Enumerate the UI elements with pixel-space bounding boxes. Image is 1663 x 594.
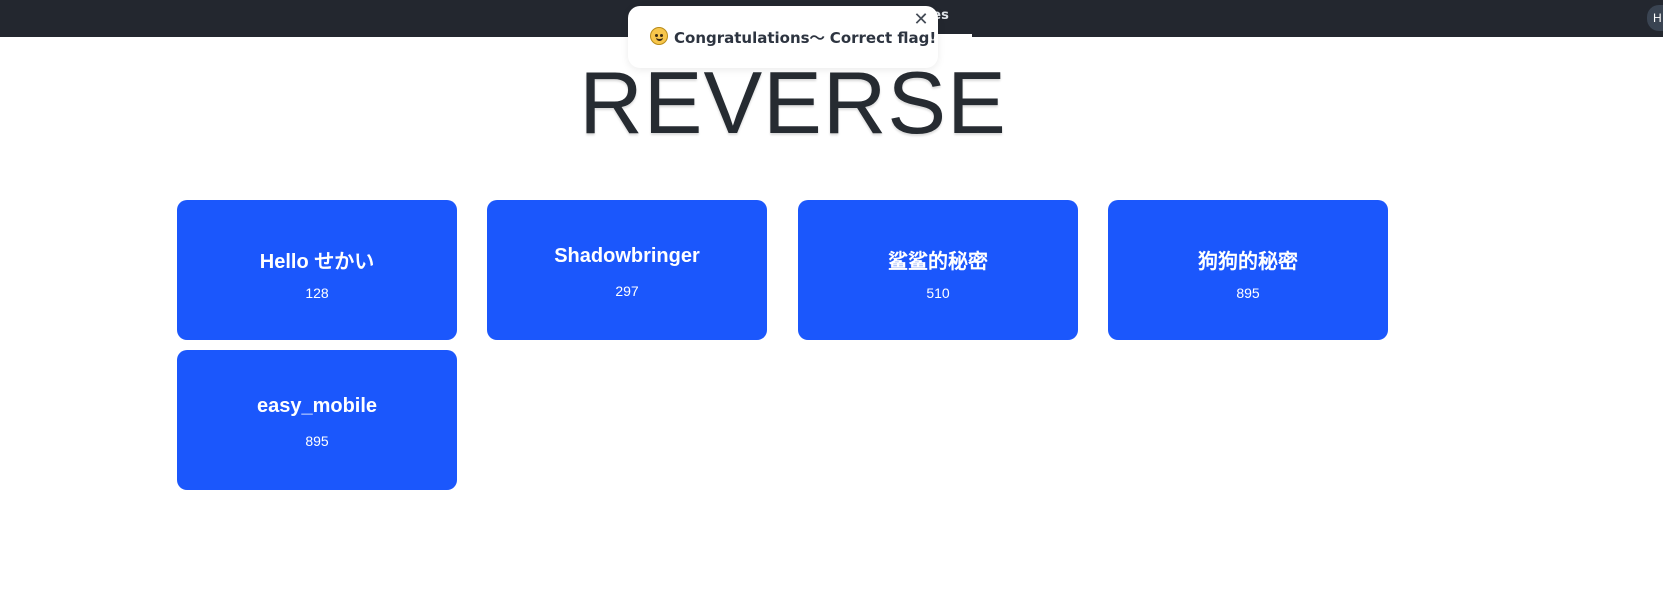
party-face-icon <box>650 27 668 45</box>
user-menu-pill[interactable]: H <box>1647 5 1663 31</box>
challenge-title: 狗狗的秘密 <box>1198 251 1298 273</box>
challenge-score: 895 <box>305 433 329 449</box>
challenge-score: 510 <box>926 285 950 301</box>
challenge-score: 128 <box>305 285 329 301</box>
challenge-card[interactable]: 鲨鲨的秘密 510 <box>798 200 1078 340</box>
page-title: REVERSE <box>579 53 1007 152</box>
challenge-card[interactable]: Shadowbringer 297 <box>487 200 767 340</box>
challenge-title: easy_mobile <box>256 395 378 417</box>
challenge-score: 297 <box>615 283 639 299</box>
challenge-card[interactable]: easy_mobile 895 <box>177 350 457 490</box>
challenge-score: 895 <box>1236 285 1260 301</box>
toast-message: Congratulations～ Correct flag! <box>674 29 937 47</box>
challenge-card[interactable]: 狗狗的秘密 895 <box>1108 200 1388 340</box>
challenge-title: Shadowbringer <box>554 245 700 267</box>
challenge-title: Hello せかい <box>259 251 375 273</box>
challenge-title: 鲨鲨的秘密 <box>888 251 988 273</box>
close-icon[interactable]: ✕ <box>912 11 930 29</box>
challenge-card[interactable]: Hello せかい 128 <box>177 200 457 340</box>
